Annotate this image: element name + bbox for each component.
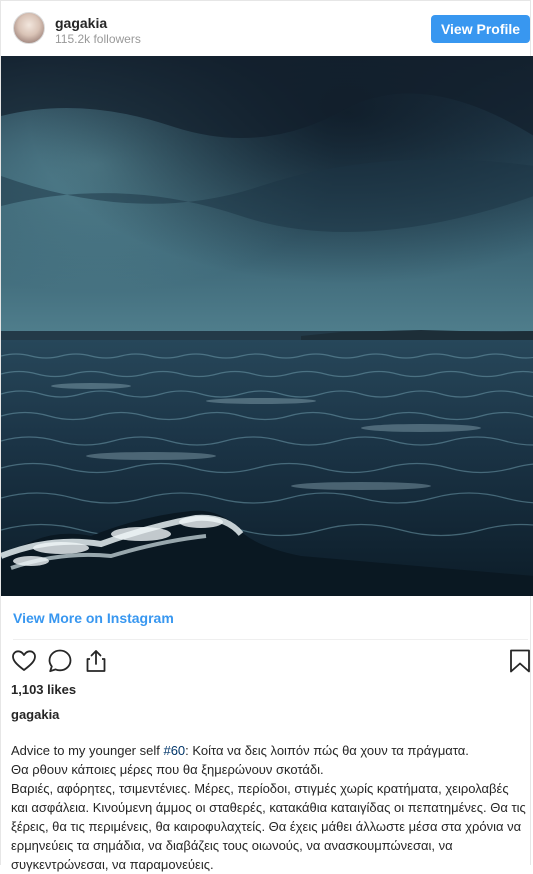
- likes-count[interactable]: 1,103 likes: [11, 682, 76, 697]
- caption-paragraph-2: Βαριές, αφόρητες, τσιμεντένιες. Μέρες, π…: [11, 781, 526, 872]
- comment-icon[interactable]: [47, 648, 73, 674]
- heart-icon[interactable]: [11, 648, 37, 674]
- post-header: gagakia 115.2k followers View Profile: [1, 1, 532, 57]
- avatar[interactable]: [13, 12, 45, 44]
- view-more-on-instagram-link[interactable]: View More on Instagram: [13, 610, 174, 626]
- hashtag-link[interactable]: #60: [163, 743, 185, 758]
- caption-rest: : Κοίτα να δεις λοιπόν πώς θα χουν τα πρ…: [185, 743, 469, 758]
- username-link[interactable]: gagakia: [55, 15, 107, 31]
- caption-intro: Advice to my younger self: [11, 743, 164, 758]
- share-icon[interactable]: [83, 648, 109, 674]
- post-image[interactable]: [1, 56, 533, 596]
- caption-line-2: Θα ρθουν κάποιες μέρες που θα ξημερώνουν…: [11, 762, 324, 777]
- bookmark-icon[interactable]: [507, 648, 533, 674]
- caption-line-1: Advice to my younger self #60: Κοίτα να …: [11, 741, 526, 760]
- view-profile-button[interactable]: View Profile: [431, 15, 530, 43]
- followers-count: 115.2k followers: [55, 32, 141, 46]
- divider: [13, 639, 528, 640]
- caption-username[interactable]: gagakia: [11, 707, 59, 722]
- post-actions-bar: [11, 648, 531, 674]
- post-caption: Advice to my younger self #60: Κοίτα να …: [11, 741, 526, 874]
- instagram-embed-card: gagakia 115.2k followers View Profile Vi…: [0, 0, 533, 872]
